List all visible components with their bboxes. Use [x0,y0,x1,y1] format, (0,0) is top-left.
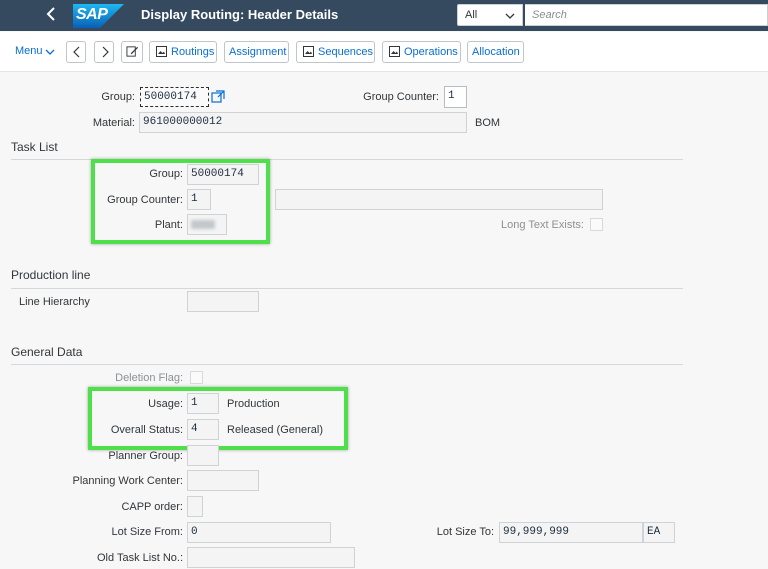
lot-size-to-label: Lot Size To: [436,526,494,538]
old-task-list-label: Old Task List No.: [97,552,183,564]
copy-icon[interactable] [210,88,228,106]
image-icon [156,46,167,57]
edit-toggle-button[interactable] [121,41,143,63]
general-data-divider [11,364,683,365]
sequences-button[interactable]: Sequences [296,41,375,63]
old-task-list-field[interactable] [187,547,355,568]
chevron-left-icon [73,46,80,58]
header-group-field[interactable]: 50000174 [140,87,209,107]
shell-bar: SAP Display Routing: Header Details All [0,0,768,31]
deletion-flag-checkbox[interactable] [190,371,203,384]
chevron-down-icon [505,13,515,19]
task-list-highlight [91,159,270,244]
menu-button[interactable]: Menu [12,41,62,63]
planner-group-label: Planner Group: [108,450,183,462]
image-icon [303,46,314,57]
line-hierarchy-field[interactable] [187,291,259,312]
next-button[interactable] [94,41,114,63]
unit-field[interactable]: EA [643,522,675,543]
sequences-label: Sequences [318,46,374,58]
chevron-left-icon [46,7,55,21]
chevron-down-icon [45,49,55,55]
line-hierarchy-label: Line Hierarchy [19,296,90,308]
image-icon [389,46,400,57]
production-line-divider [11,288,683,289]
operations-label: Operations [404,46,458,58]
deletion-flag-label: Deletion Flag: [115,372,183,384]
capp-order-field[interactable] [187,496,203,517]
sap-logo: SAP [73,4,124,28]
previous-button[interactable] [66,41,86,63]
routings-label: Routings [171,46,215,58]
capp-order-label: CAPP order: [121,501,183,513]
general-data-highlight [88,387,348,450]
planning-work-center-field[interactable] [187,470,259,491]
search-scope-value: All [465,9,478,21]
header-group-counter-label: Group Counter: [363,91,439,103]
chevron-right-icon [102,46,109,58]
sap-logo-text: SAP [76,6,108,23]
header-material-label: Material: [92,117,135,129]
operations-button[interactable]: Operations [382,41,461,63]
assignment-button[interactable]: Assignment [224,41,289,63]
page-title: Display Routing: Header Details [141,7,339,22]
back-button[interactable] [40,3,62,27]
search-scope-select[interactable]: All [457,4,523,26]
lot-size-from-label: Lot Size From: [111,526,183,538]
allocation-label: Allocation [472,46,520,58]
bom-label: BOM [475,117,501,129]
general-data-title: General Data [11,345,83,359]
task-description-field[interactable] [275,189,603,210]
header-group-label: Group: [101,91,135,103]
planner-group-field[interactable] [187,445,219,466]
long-text-exists-checkbox[interactable] [590,218,603,231]
task-list-title: Task List [11,140,58,154]
planning-work-center-label: Planning Work Center: [72,475,183,487]
edit-icon [126,46,139,57]
menu-label: Menu [15,45,43,57]
assignment-label: Assignment [229,46,287,58]
allocation-button[interactable]: Allocation [467,41,524,63]
lot-size-to-field[interactable]: 99,999,999 [499,522,643,543]
header-material-field[interactable]: 961000000012 [139,112,467,133]
toolbar: Menu Routings Assignment Sequences Opera… [0,32,768,72]
routings-button[interactable]: Routings [149,41,217,63]
lot-size-from-field[interactable]: 0 [187,522,331,543]
production-line-title: Production line [11,268,91,282]
long-text-exists-label: Long Text Exists: [501,219,584,231]
header-group-counter-field[interactable]: 1 [444,86,467,108]
search-input[interactable] [525,4,768,26]
